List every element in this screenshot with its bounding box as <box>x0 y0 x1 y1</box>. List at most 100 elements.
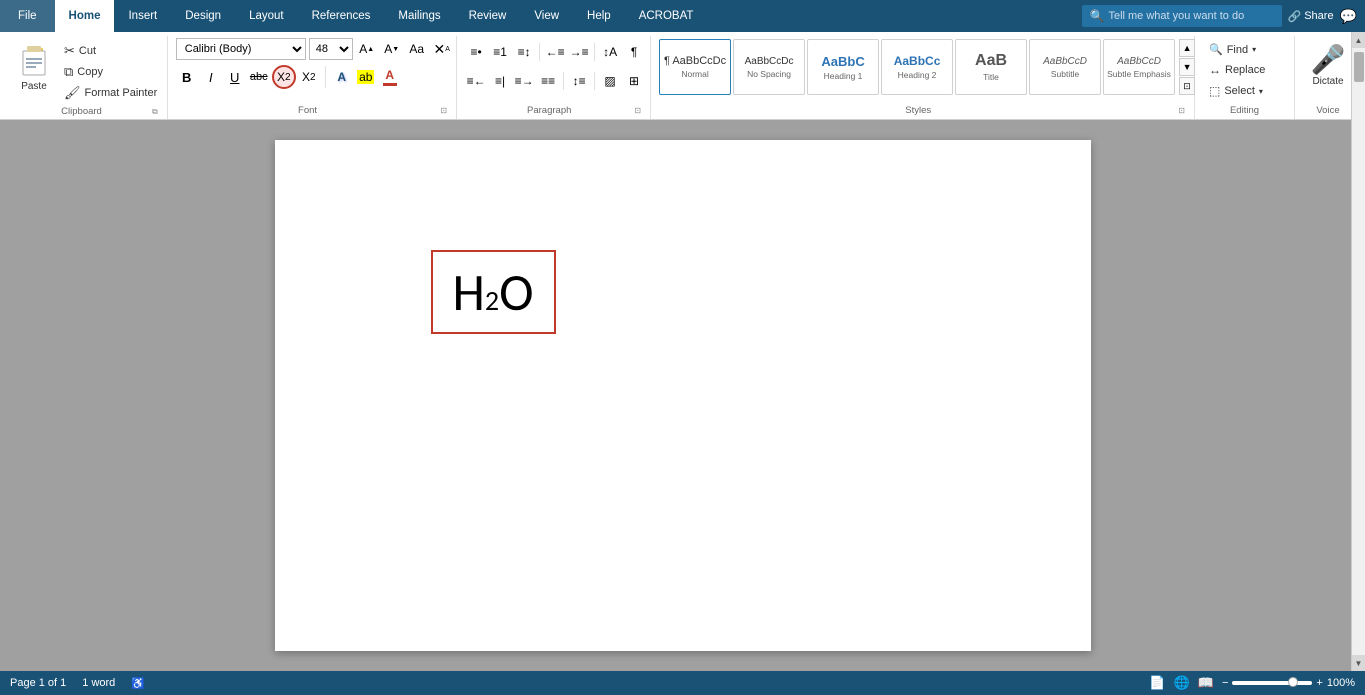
italic-button[interactable]: I <box>200 66 222 88</box>
decrease-indent-button[interactable]: ←≡ <box>544 41 566 63</box>
align-right-button[interactable]: ≡→ <box>513 70 535 92</box>
tab-home[interactable]: Home <box>55 0 115 32</box>
tab-design[interactable]: Design <box>171 0 235 32</box>
share-button[interactable]: 🔗 Share <box>1288 10 1334 23</box>
font-family-select[interactable]: Calibri (Body) <box>176 38 306 60</box>
document-area[interactable]: H2O <box>0 120 1365 671</box>
paragraph-label-row: Paragraph ⊡ <box>465 102 642 119</box>
styles-expand[interactable]: ⊡ <box>1179 77 1195 95</box>
style-subtle-emphasis[interactable]: AaBbCcD Subtle Emphasis <box>1103 39 1175 95</box>
dictate-button[interactable]: 🎤 Dictate <box>1303 39 1354 91</box>
paragraph-label: Paragraph <box>465 102 633 119</box>
bold-button[interactable]: B <box>176 66 198 88</box>
align-left-button[interactable]: ≡← <box>465 70 487 92</box>
scroll-down-arrow[interactable]: ▼ <box>1352 655 1365 671</box>
scroll-thumb[interactable] <box>1354 52 1364 82</box>
align-center-button[interactable]: ≡| <box>489 70 511 92</box>
justify-button[interactable]: ≡≡ <box>537 70 559 92</box>
share-icon: 🔗 <box>1288 10 1302 23</box>
tab-layout[interactable]: Layout <box>235 0 298 32</box>
para-row-2: ≡← ≡| ≡→ ≡≡ ↕≡ ▨ ⊞ <box>465 68 645 94</box>
editing-content: 🔍 Find ▾ ↔ Replace ⬚ Select ▾ <box>1203 36 1271 102</box>
numbering-button[interactable]: ≡1 <box>489 41 511 63</box>
cut-icon: ✂ <box>64 43 75 59</box>
copy-button[interactable]: ⧉ Copy <box>60 62 161 82</box>
styles-expand-icon[interactable]: ⊡ <box>1177 105 1186 116</box>
tab-references[interactable]: References <box>298 0 385 32</box>
superscript-button[interactable]: X2 <box>298 66 320 88</box>
tab-mailings[interactable]: Mailings <box>384 0 454 32</box>
subscript-button[interactable]: X2 <box>272 65 296 89</box>
find-button[interactable]: 🔍 Find ▾ <box>1203 40 1262 59</box>
tab-view[interactable]: View <box>520 0 573 32</box>
line-spacing-button[interactable]: ↕≡ <box>568 70 590 92</box>
highlight-button[interactable]: ab <box>355 66 377 88</box>
styles-scroll: ▲ ▼ ⊡ <box>1179 39 1195 95</box>
cut-button[interactable]: ✂ Cut <box>60 41 161 61</box>
find-icon: 🔍 <box>1209 43 1223 56</box>
styles-scroll-down[interactable]: ▼ <box>1179 58 1195 76</box>
tab-acrobat[interactable]: ACROBAT <box>625 0 708 32</box>
zoom-slider[interactable] <box>1232 681 1312 685</box>
style-normal[interactable]: ¶ AaBbCcDc Normal <box>659 39 731 95</box>
microphone-icon: 🎤 <box>1311 43 1346 76</box>
styles-scroll-up[interactable]: ▲ <box>1179 39 1195 57</box>
ribbon-search-box[interactable]: 🔍 Tell me what you want to do <box>1082 5 1282 27</box>
font-label: Font <box>176 102 440 119</box>
zoom-in-button[interactable]: + <box>1316 677 1322 689</box>
view-read-icon[interactable]: 📖 <box>1198 675 1214 691</box>
font-expand-icon[interactable]: ⊡ <box>439 105 448 116</box>
view-print-icon[interactable]: 📄 <box>1149 675 1165 691</box>
view-web-icon[interactable]: 🌐 <box>1174 675 1190 691</box>
ribbon-toolbar: Paste ✂ Cut ⧉ Copy 🖌 Format Painter <box>0 32 1365 120</box>
select-button[interactable]: ⬚ Select ▾ <box>1203 81 1269 101</box>
increase-indent-button[interactable]: →≡ <box>568 41 590 63</box>
grow-font-button[interactable]: A▲ <box>356 38 378 60</box>
font-color-button[interactable]: A <box>379 66 401 88</box>
tab-review[interactable]: Review <box>455 0 521 32</box>
underline-button[interactable]: U <box>224 66 246 88</box>
h2o-subscript: 2 <box>485 287 499 315</box>
clear-formatting-button[interactable]: ✕A <box>431 38 453 60</box>
style-heading1[interactable]: AaBbC Heading 1 <box>807 39 879 95</box>
styles-label: Styles <box>659 102 1177 119</box>
para-divider-2 <box>594 43 595 61</box>
borders-button[interactable]: ⊞ <box>623 70 645 92</box>
format-painter-icon: 🖌 <box>64 85 81 101</box>
font-color-icon: A <box>383 68 397 86</box>
tab-file[interactable]: File <box>0 0 55 32</box>
style-subtitle[interactable]: AaBbCcD Subtitle <box>1029 39 1101 95</box>
sort-button[interactable]: ↕A <box>599 41 621 63</box>
replace-icon: ↔ <box>1209 63 1221 77</box>
font-group: Calibri (Body) 48 A▲ A▼ Aa ✕A B I U abc … <box>168 36 457 119</box>
style-no-spacing[interactable]: AaBbCcDc No Spacing <box>733 39 805 95</box>
show-marks-button[interactable]: ¶ <box>623 41 645 63</box>
font-size-select[interactable]: 48 <box>309 38 353 60</box>
strikethrough-button[interactable]: abc <box>248 66 270 88</box>
clipboard-expand-icon[interactable]: ⧉ <box>151 106 159 118</box>
shrink-font-button[interactable]: A▼ <box>381 38 403 60</box>
replace-button[interactable]: ↔ Replace <box>1203 60 1271 80</box>
style-title[interactable]: AaB Title <box>955 39 1027 95</box>
paste-label: Paste <box>21 81 47 92</box>
scroll-up-arrow[interactable]: ▲ <box>1352 32 1365 48</box>
tab-insert[interactable]: Insert <box>114 0 171 32</box>
format-painter-button[interactable]: 🖌 Format Painter <box>60 83 161 103</box>
paste-button[interactable]: Paste <box>12 39 56 96</box>
zoom-out-button[interactable]: − <box>1222 677 1228 689</box>
tabs-right: 🔍 Tell me what you want to do 🔗 Share 💬 <box>1082 0 1365 32</box>
tab-help[interactable]: Help <box>573 0 625 32</box>
paste-icon <box>18 43 50 79</box>
paragraph-expand-icon[interactable]: ⊡ <box>633 105 642 116</box>
shading-button[interactable]: ▨ <box>599 70 621 92</box>
multilevel-button[interactable]: ≡↕ <box>513 41 535 63</box>
font-label-row: Font ⊡ <box>176 102 448 119</box>
bullets-button[interactable]: ≡• <box>465 41 487 63</box>
style-heading2[interactable]: AaBbCc Heading 2 <box>881 39 953 95</box>
accessibility-icon[interactable]: ♿ <box>131 677 145 690</box>
document-page: H2O <box>275 140 1091 651</box>
comments-button[interactable]: 💬 <box>1340 8 1357 25</box>
font-name-row: Calibri (Body) 48 A▲ A▼ Aa ✕A <box>176 38 453 60</box>
change-case-button[interactable]: Aa <box>406 38 428 60</box>
text-effects-button[interactable]: A <box>331 66 353 88</box>
